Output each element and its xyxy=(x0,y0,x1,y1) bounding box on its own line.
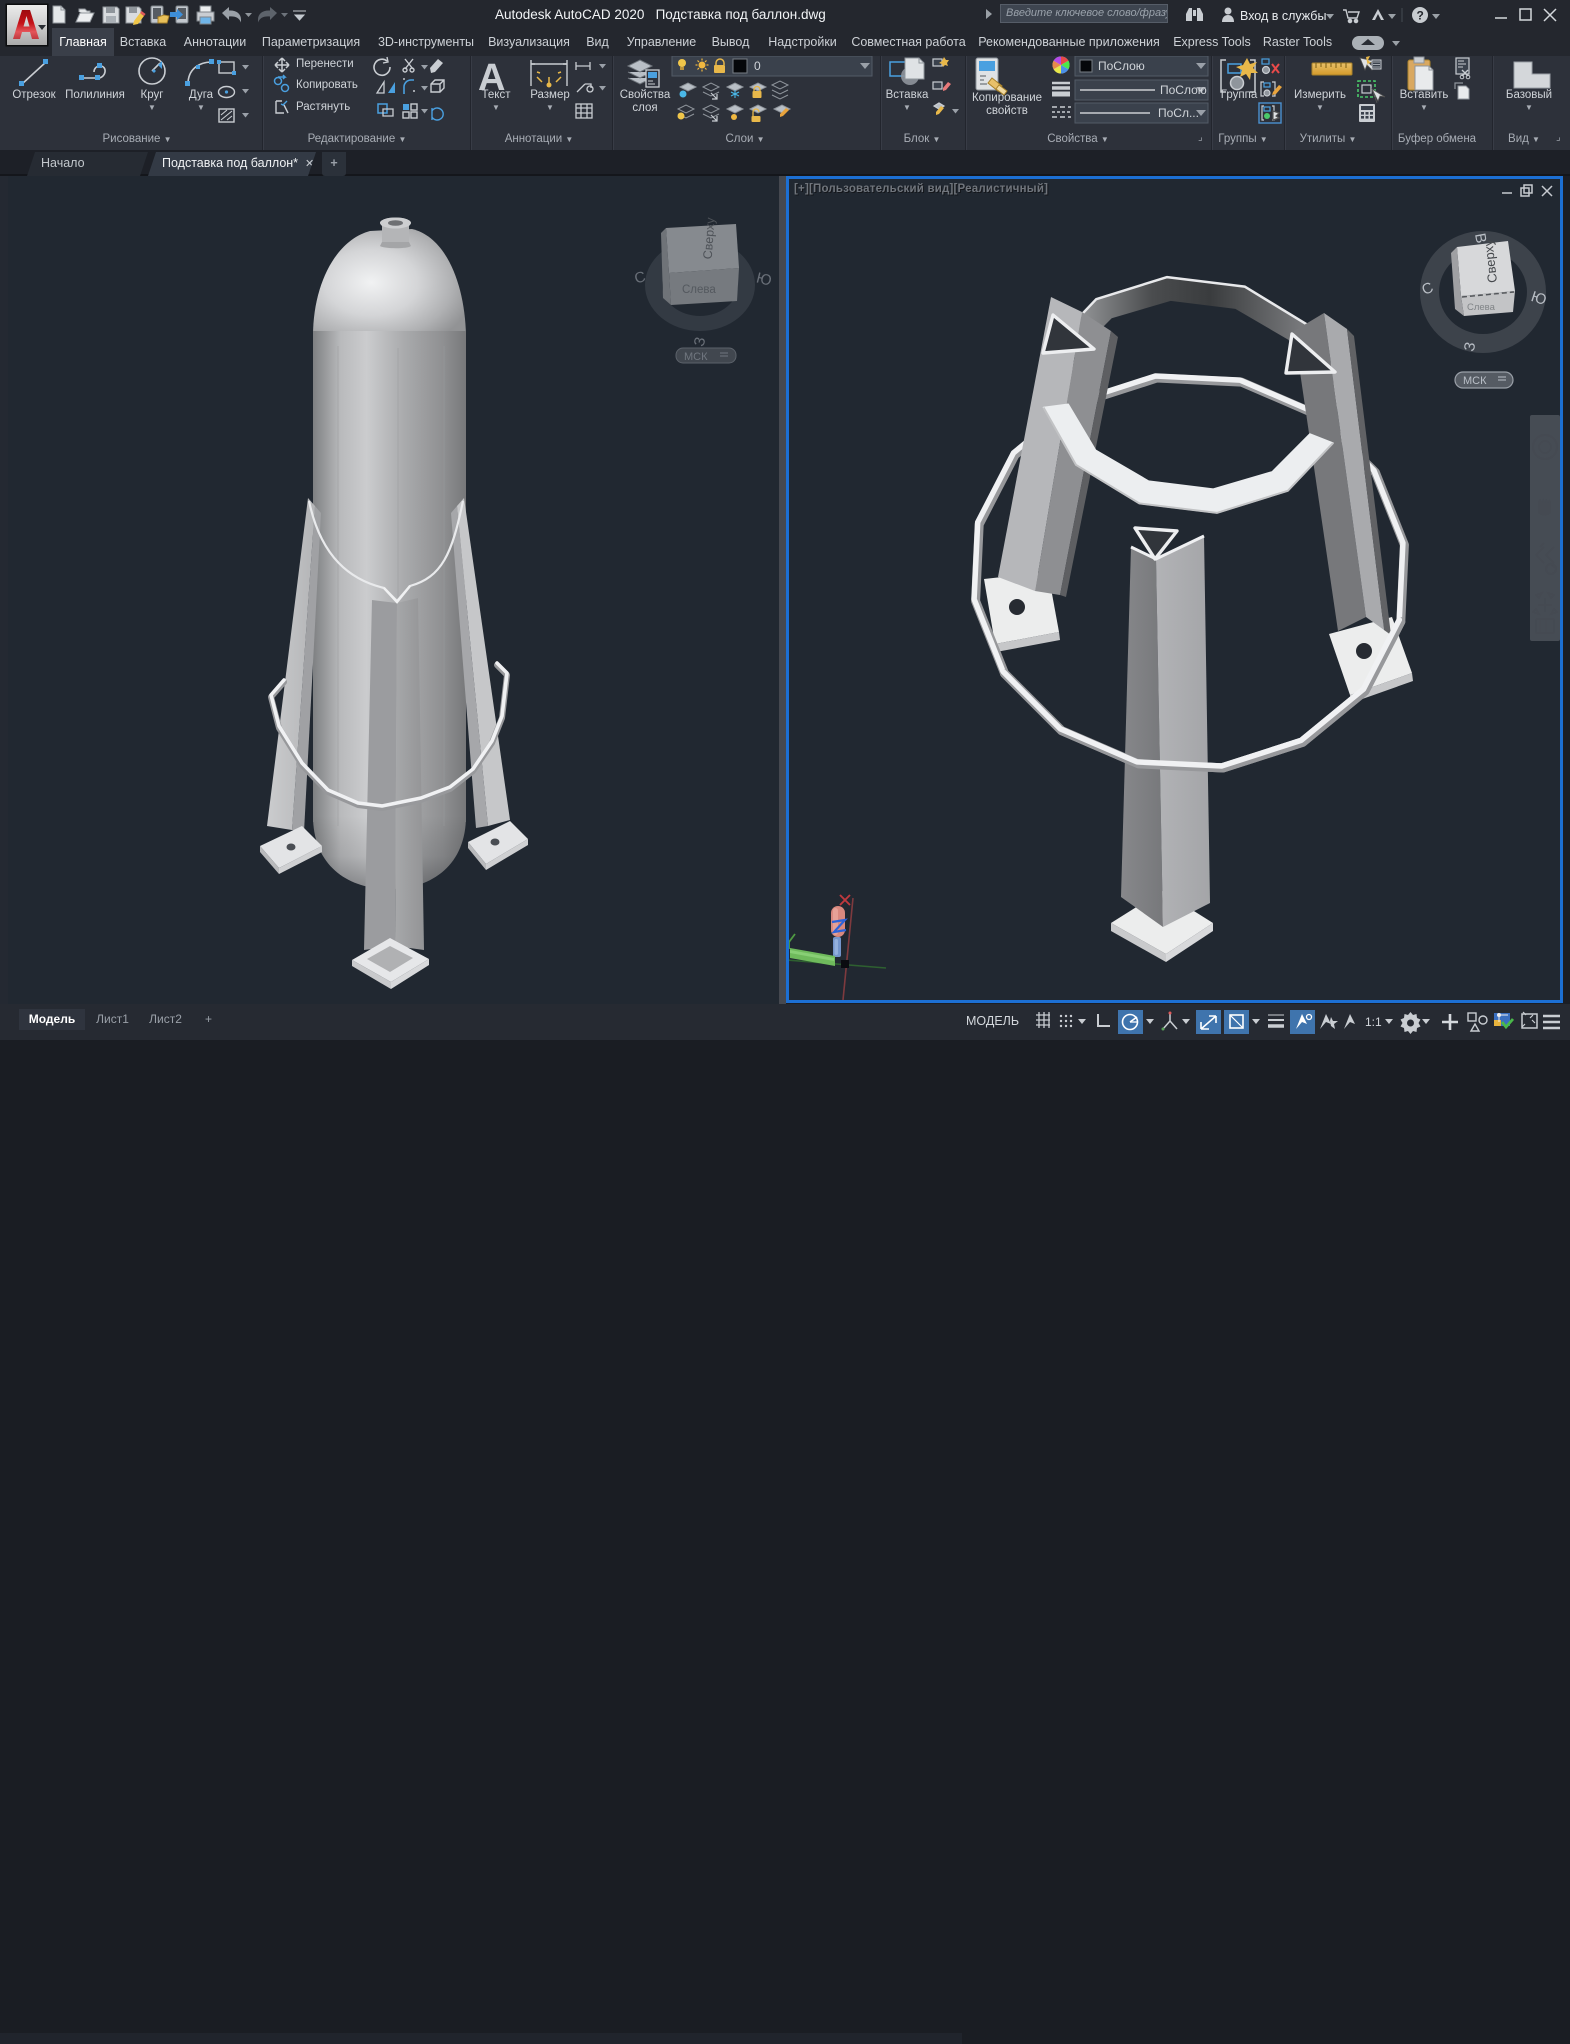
svg-text:Сверху: Сверху xyxy=(701,216,718,259)
svg-text:З: З xyxy=(691,335,710,348)
svg-text:Ю: Ю xyxy=(755,269,774,289)
svg-text:МСК: МСК xyxy=(684,351,708,363)
svg-text:С: С xyxy=(633,268,648,287)
svg-text:Слева: Слева xyxy=(1467,302,1496,313)
svg-text:Слева: Слева xyxy=(682,284,716,296)
svg-text:1:1: 1:1 xyxy=(1365,1015,1382,1029)
svg-text:МСК: МСК xyxy=(1463,375,1487,387)
svg-text:Вход в службы: Вход в службы xyxy=(1240,9,1326,23)
svg-text:?: ? xyxy=(1417,9,1424,23)
